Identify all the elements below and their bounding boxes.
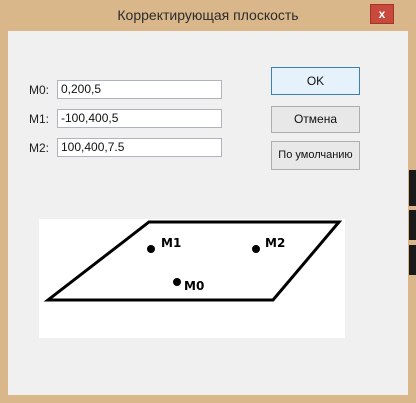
background-app-fragment [409,210,416,240]
point-m0-label: M0 [184,279,204,293]
close-button[interactable]: x [370,4,394,24]
window-title: Корректирующая плоскость [117,7,299,23]
close-icon: x [378,7,386,21]
background-app-fragment [409,245,416,275]
point-m2-dot [252,245,260,253]
ok-button[interactable]: OK [271,67,360,95]
m0-label: M0: [29,83,50,97]
point-m1-label: M1 [161,236,181,250]
title-bar[interactable]: Корректирующая плоскость x [0,0,416,31]
default-button[interactable]: По умолчанию [271,141,360,170]
dialog-window: Корректирующая плоскость x M0: 0,200,5 M… [0,0,416,403]
cancel-button[interactable]: Отмена [271,106,360,133]
m0-input[interactable]: 0,200,5 [57,80,222,99]
background-app-fragment [409,170,416,206]
plane-diagram-svg: M1 M2 M0 [43,220,343,302]
m1-input[interactable]: -100,400,5 [57,109,222,128]
m2-label: M2: [29,141,50,155]
m2-input[interactable]: 100,400,7.5 [57,138,222,157]
dialog-client-area: M0: 0,200,5 M1: -100,400,5 M2: 100,400,7… [8,31,408,395]
plane-diagram: M1 M2 M0 [39,219,345,338]
point-m2-label: M2 [265,236,285,250]
point-m1-dot [147,245,155,253]
point-m0-dot [173,278,181,286]
m1-label: M1: [29,112,50,126]
